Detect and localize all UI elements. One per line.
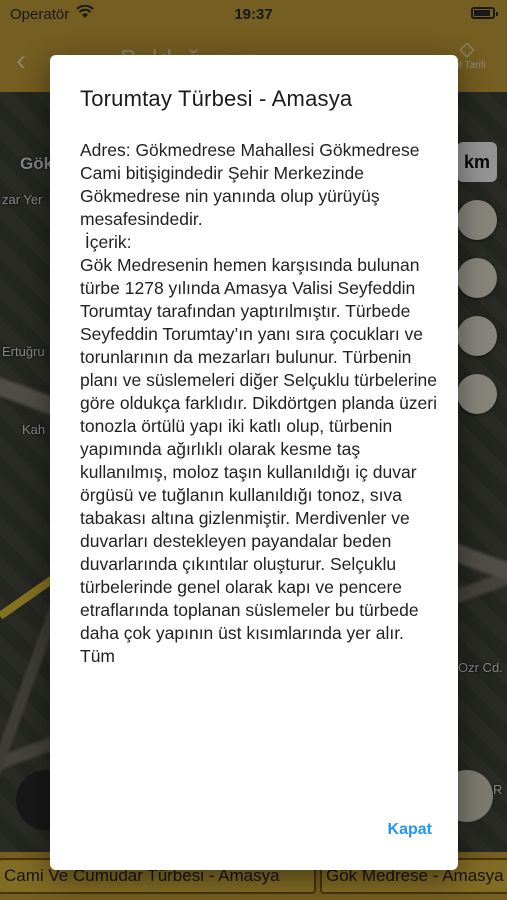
close-button[interactable]: Kapat (388, 821, 432, 839)
info-dialog: Torumtay Türbesi - Amasya Adres: Gökmedr… (50, 55, 458, 870)
dialog-body: Adres: Gökmedrese Mahallesi Gökmedrese C… (80, 140, 438, 666)
dialog-title: Torumtay Türbesi - Amasya (80, 86, 353, 111)
